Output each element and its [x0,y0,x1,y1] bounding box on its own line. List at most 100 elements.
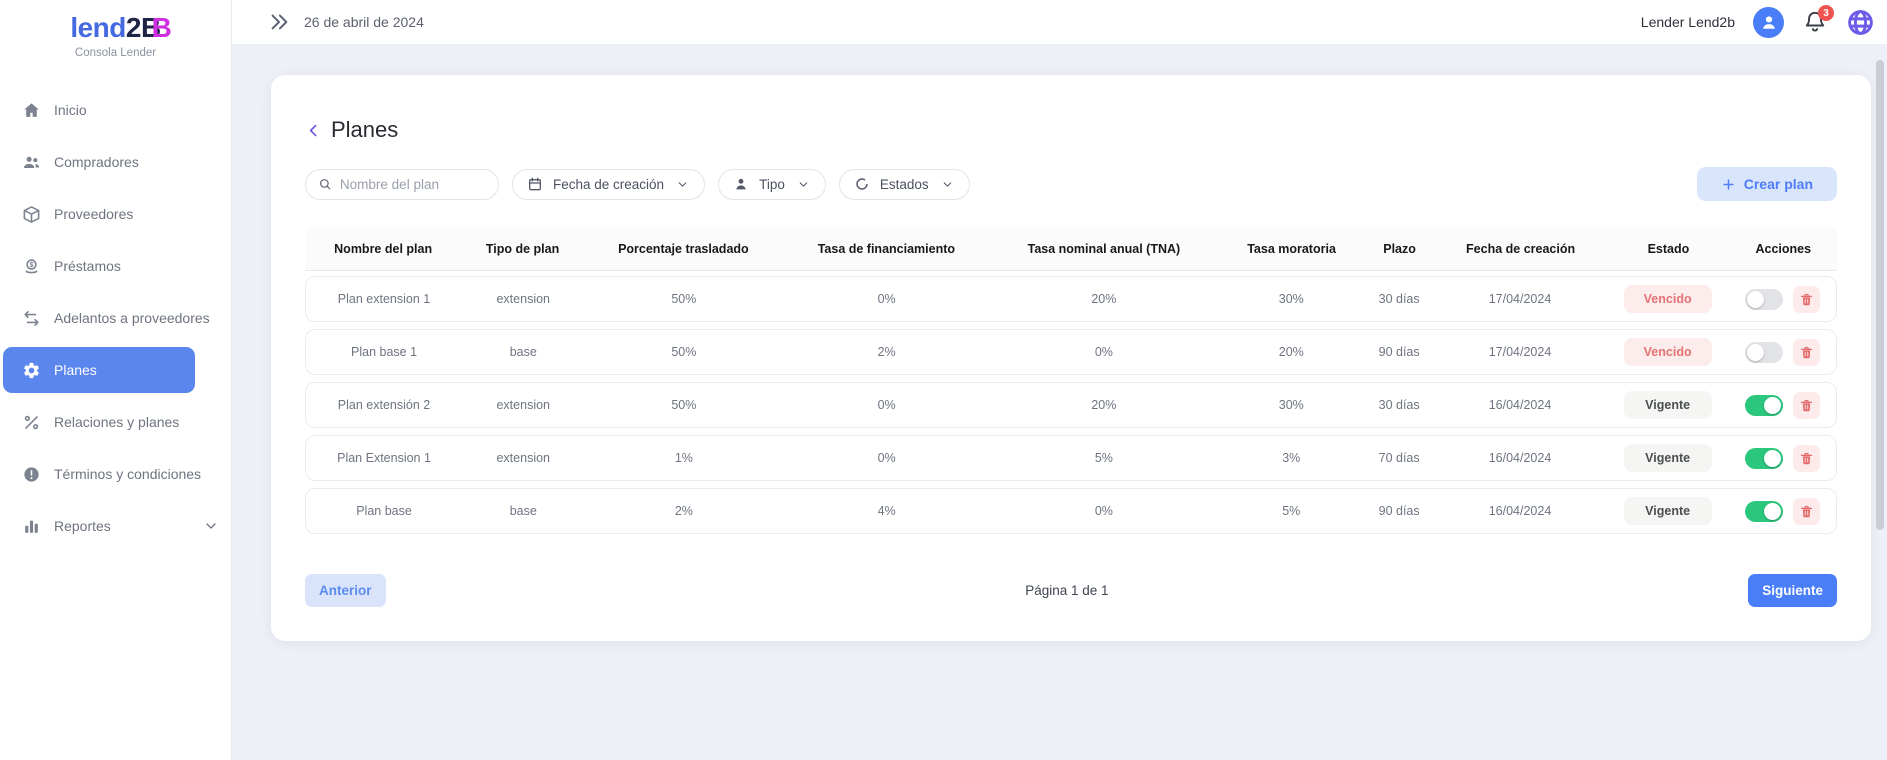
sidebar-item-prestamos[interactable]: Préstamos [3,243,195,289]
cell-late-rate: 5% [1218,504,1365,518]
cell-late-rate: 3% [1218,451,1365,465]
filter-dropdown-tipo[interactable]: Tipo [718,169,826,200]
logo-subtitle: Consola Lender [0,47,231,59]
sidebar-item-label: Inicio [54,102,87,118]
status-toggle[interactable] [1745,501,1783,522]
page-info: Página 1 de 1 [386,583,1749,598]
status-toggle[interactable] [1745,289,1783,310]
trash-icon [1799,292,1814,307]
trash-icon [1799,504,1814,519]
planes-card: Planes Fecha de creación Tipo Estados Cr… [271,75,1871,641]
trash-icon [1799,345,1814,360]
status-toggle[interactable] [1745,395,1783,416]
cell-tna: 0% [990,345,1218,359]
cell-plan-type: base [462,504,584,518]
avatar[interactable] [1753,7,1784,38]
back-button[interactable] [305,122,322,139]
calendar-icon [527,176,543,192]
package-icon [22,205,41,224]
create-plan-button[interactable]: Crear plan [1697,167,1837,201]
table-row: Plan base 1 base 50% 2% 0% 20% 90 días 1… [305,329,1837,375]
trash-icon [1799,451,1814,466]
delete-button[interactable] [1793,498,1820,525]
delete-button[interactable] [1793,286,1820,313]
table-header-row: Nombre del planTipo de planPorcentaje tr… [305,227,1837,271]
column-header: Porcentaje trasladado [584,242,783,256]
filter-dropdown-fecha-de-creacion[interactable]: Fecha de creación [512,169,705,200]
sidebar-item-terminos-y-condiciones[interactable]: Términos y condiciones [3,451,195,497]
status-toggle[interactable] [1745,342,1783,363]
column-header: Tasa de financiamiento [783,242,990,256]
table-row: Plan extension 1 extension 50% 0% 20% 30… [305,276,1837,322]
table-row: Plan base base 2% 4% 0% 5% 90 días 16/04… [305,488,1837,534]
cell-created-date: 17/04/2024 [1434,345,1607,359]
delete-button[interactable] [1793,445,1820,472]
status-badge: Vigente [1624,444,1712,472]
user-name: Lender Lend2b [1641,14,1735,30]
sidebar-item-compradores[interactable]: Compradores [3,139,195,185]
cell-transfer-pct: 1% [584,451,783,465]
column-header: Tipo de plan [461,242,584,256]
sidebar-item-label: Términos y condiciones [54,466,201,482]
cell-term: 70 días [1365,451,1434,465]
sidebar: lend2BB Consola Lender Inicio Compradore… [0,0,232,760]
cell-created-date: 16/04/2024 [1434,451,1607,465]
column-header: Fecha de creación [1434,242,1607,256]
cell-plan-type: extension [462,451,584,465]
logo-text-2b: 2BB [126,12,161,43]
logo-text-lend: lend [70,12,126,43]
previous-page-button[interactable]: Anterior [305,574,386,607]
cell-transfer-pct: 50% [584,292,783,306]
person-icon [733,176,749,192]
column-header: Estado [1607,242,1730,256]
sidebar-item-label: Reportes [54,518,111,534]
sidebar-item-adelantos-a-proveedores[interactable]: Adelantos a proveedores [3,295,195,341]
column-header: Acciones [1730,242,1837,256]
globe-icon [1846,8,1875,37]
plus-icon [1721,177,1736,192]
cell-plan-type: extension [462,398,584,412]
cell-transfer-pct: 50% [584,345,783,359]
trash-icon [1799,398,1814,413]
home-icon [22,101,41,120]
notifications-button[interactable]: 3 [1802,9,1828,35]
filter-bar: Fecha de creación Tipo Estados Crear pla… [305,167,1837,201]
sidebar-item-reportes[interactable]: Reportes [3,503,195,549]
logo-accent: B [152,12,172,44]
delete-button[interactable] [1793,339,1820,366]
users-icon [22,153,41,172]
sidebar-item-relaciones-y-planes[interactable]: Relaciones y planes [3,399,195,445]
scrollbar-thumb[interactable] [1876,60,1884,530]
filter-dropdown-estados[interactable]: Estados [839,169,970,200]
cell-transfer-pct: 2% [584,504,783,518]
delete-button[interactable] [1793,392,1820,419]
chevron-down-icon [797,178,810,191]
search-icon [318,176,332,192]
chevron-down-icon[interactable] [203,518,219,534]
sidebar-item-inicio[interactable]: Inicio [3,87,195,133]
cell-financing-rate: 0% [783,398,990,412]
search-input[interactable] [340,177,486,192]
column-header: Plazo [1365,242,1434,256]
sidebar-item-planes[interactable]: Planes [3,347,195,393]
column-header: Tasa moratoria [1218,242,1365,256]
current-date: 26 de abril de 2024 [304,14,424,30]
cell-late-rate: 20% [1218,345,1365,359]
cell-plan-name: Plan extensión 2 [306,398,462,412]
cell-financing-rate: 0% [783,292,990,306]
chevron-down-icon [941,178,954,191]
column-header: Tasa nominal anual (TNA) [990,242,1218,256]
chart-icon [22,517,41,536]
cell-tna: 20% [990,398,1218,412]
language-button[interactable] [1846,8,1875,37]
sidebar-item-proveedores[interactable]: Proveedores [3,191,195,237]
sidebar-item-label: Proveedores [54,206,133,222]
next-page-button[interactable]: Siguiente [1748,574,1837,607]
status-toggle[interactable] [1745,448,1783,469]
double-chevron-right-icon[interactable] [268,11,290,33]
status-circle-icon [854,176,870,192]
topbar: 26 de abril de 2024 Lender Lend2b 3 [232,0,1887,44]
cell-term: 90 días [1365,345,1434,359]
cell-late-rate: 30% [1218,292,1365,306]
dropdown-label: Tipo [759,177,785,192]
